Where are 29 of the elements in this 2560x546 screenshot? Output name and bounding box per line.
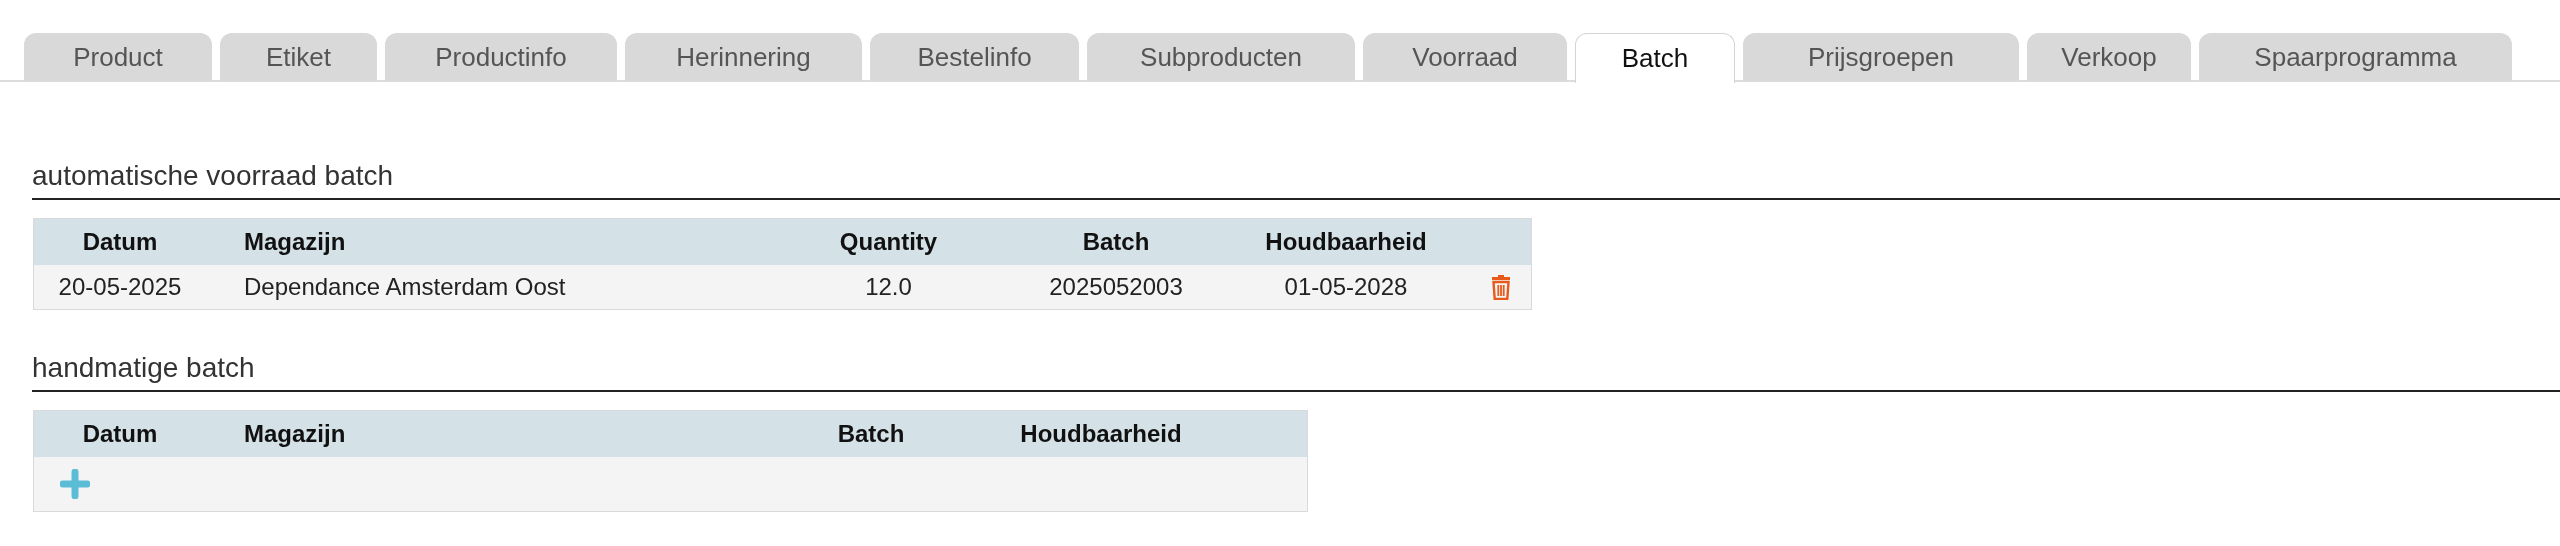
column-header: Houdbaarheid (1264, 228, 1428, 256)
tab[interactable]: Bestelinfo (870, 33, 1079, 81)
column-header: Datum (81, 228, 159, 256)
table-cell-text: 20-05-2025 (57, 273, 183, 301)
column-header: Magazijn (243, 420, 347, 448)
tab[interactable]: Etiket (220, 33, 377, 81)
column-header: Datum (81, 420, 159, 448)
tab[interactable]: Voorraad (1363, 33, 1567, 81)
tab[interactable]: Herinnering (625, 33, 862, 81)
column-header: Houdbaarheid (1019, 420, 1183, 448)
tab[interactable]: Verkoop (2027, 33, 2191, 81)
section-title: automatische voorraad batch (32, 160, 2560, 200)
column-header: Magazijn (243, 228, 347, 256)
section-title: handmatige batch (32, 352, 2560, 392)
add-icon[interactable] (60, 469, 90, 499)
tab[interactable]: Productinfo (385, 33, 617, 81)
tab[interactable]: Subproducten (1087, 33, 1355, 81)
trash-icon[interactable] (1491, 274, 1511, 300)
tab[interactable]: Prijsgroepen (1743, 33, 2019, 81)
table-cell-text: 01-05-2028 (1283, 273, 1409, 301)
table-cell-text: 12.0 (864, 273, 913, 301)
column-header: Quantity (838, 228, 939, 256)
tab[interactable]: Product (24, 33, 212, 81)
table-cell-text: Dependance Amsterdam Oost (243, 273, 567, 301)
tab[interactable]: Spaarprogramma (2199, 33, 2512, 81)
column-header: Batch (1081, 228, 1151, 256)
column-header: Batch (836, 420, 906, 448)
table-cell-text: 2025052003 (1048, 273, 1184, 301)
tab[interactable]: Batch (1575, 33, 1735, 83)
